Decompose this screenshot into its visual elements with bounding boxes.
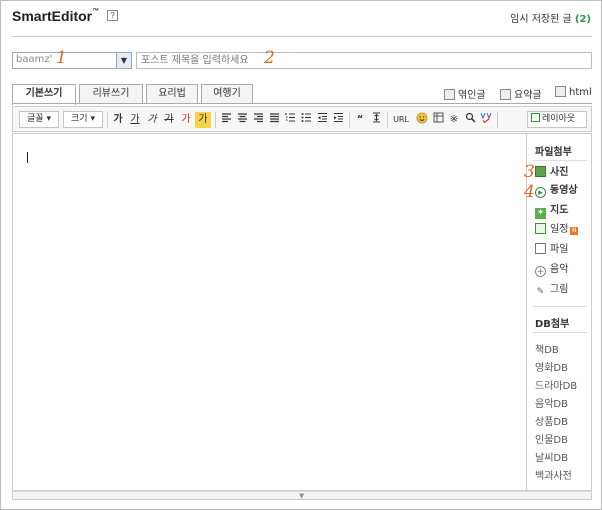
html-option[interactable]: html: [555, 86, 592, 98]
video-icon: ▸: [535, 187, 546, 198]
db-weather-link[interactable]: 날씨DB: [535, 449, 568, 464]
tab-review-writing[interactable]: 리뷰쓰기: [79, 84, 143, 104]
checkbox-icon[interactable]: [555, 86, 566, 97]
music-icon: +: [535, 266, 546, 277]
table-icon[interactable]: [430, 112, 446, 128]
sidebar-divider: [533, 160, 587, 161]
tab-basic-writing[interactable]: 기본쓰기: [12, 84, 76, 105]
layout-button[interactable]: 레이아웃: [527, 111, 587, 128]
toolbar-separator: [349, 112, 350, 128]
annotation-marker-4: 4: [524, 182, 535, 202]
attach-drawing-button[interactable]: ✎ 그림: [535, 283, 569, 297]
attach-map-button[interactable]: ✦ 지도: [535, 204, 568, 219]
toolbar-separator: [387, 112, 388, 128]
chevron-down-icon[interactable]: ▼: [116, 53, 131, 68]
font-family-select[interactable]: 글꼴 ▾: [19, 111, 59, 128]
db-drama-link[interactable]: 드라마DB: [535, 377, 577, 392]
blog-select[interactable]: baamz' ▼: [12, 52, 132, 69]
italic-icon[interactable]: 가: [144, 112, 160, 128]
trackback-option[interactable]: 엮인글: [444, 86, 486, 101]
new-badge: N: [570, 227, 579, 235]
tab-recipe[interactable]: 요리법: [146, 84, 198, 104]
db-music-link[interactable]: 음악DB: [535, 395, 568, 410]
formatting-toolbar: 글꼴 ▾ 크기 ▾ 가 가 가 가 가 가 “ URL ※ 레이아웃: [12, 106, 592, 132]
font-color-icon[interactable]: 가: [178, 112, 194, 128]
bullet-list-icon[interactable]: [298, 112, 314, 128]
link-url-button[interactable]: URL: [390, 112, 412, 128]
text-caret: [27, 152, 28, 163]
strikethrough-icon[interactable]: 가: [161, 112, 177, 128]
numbered-list-icon[interactable]: [282, 112, 298, 128]
align-right-icon[interactable]: [250, 112, 266, 128]
font-size-select[interactable]: 크기 ▾: [63, 111, 103, 128]
db-person-link[interactable]: 인물DB: [535, 431, 568, 446]
outdent-icon[interactable]: [314, 112, 330, 128]
spellcheck-icon[interactable]: [478, 112, 494, 128]
db-attach-title: DB첨부: [535, 319, 570, 330]
saved-drafts-link[interactable]: 임시 저장된 글 (2): [510, 10, 591, 25]
special-char-icon[interactable]: ※: [446, 112, 462, 128]
checkbox-icon[interactable]: [444, 89, 455, 100]
attach-photo-button[interactable]: 사진: [535, 166, 568, 180]
calendar-icon: [535, 223, 546, 234]
align-center-icon[interactable]: [234, 112, 250, 128]
toolbar-separator: [107, 112, 108, 128]
annotation-marker-2: 2: [264, 48, 275, 68]
photo-icon: [535, 166, 546, 177]
underline-icon[interactable]: 가: [127, 112, 143, 128]
file-attach-title: 파일첨부: [535, 147, 572, 158]
db-book-link[interactable]: 책DB: [535, 341, 559, 356]
resize-grip-icon: ▼: [299, 492, 305, 500]
highlight-icon[interactable]: 가: [195, 112, 211, 128]
checkbox-icon[interactable]: [500, 89, 511, 100]
help-icon[interactable]: ?: [107, 10, 118, 21]
justify-icon[interactable]: [266, 112, 282, 128]
saved-count: (2): [574, 14, 591, 25]
layout-icon: [531, 113, 540, 122]
attachment-sidebar: 파일첨부 사진 ▸ 동영상 ✦ 지도 일정 N 파일 + 음악 ✎ 그림 DB첨부 책DB…: [526, 133, 592, 491]
indent-icon[interactable]: [330, 112, 346, 128]
tab-travelogue[interactable]: 여행기: [201, 84, 253, 104]
header-divider: [12, 36, 592, 37]
drawing-icon: ✎: [536, 287, 545, 297]
attach-video-button[interactable]: ▸ 동영상: [535, 184, 578, 198]
attach-music-button[interactable]: + 음악: [535, 263, 568, 277]
annotation-marker-3: 3: [524, 162, 535, 182]
map-icon: ✦: [535, 208, 546, 219]
tabs-divider: [12, 103, 592, 104]
db-movie-link[interactable]: 영화DB: [535, 359, 568, 374]
attach-file-button[interactable]: 파일: [535, 243, 568, 257]
sidebar-divider: [533, 332, 587, 333]
db-product-link[interactable]: 상품DB: [535, 413, 568, 428]
editor-content-area[interactable]: [12, 133, 526, 491]
blog-select-value: baamz': [16, 54, 53, 65]
line-height-icon[interactable]: [368, 112, 384, 128]
db-encyclopedia-link[interactable]: 백과사전: [535, 467, 572, 482]
toolbar-separator: [497, 112, 498, 128]
find-icon[interactable]: [462, 112, 478, 128]
summary-option[interactable]: 요약글: [500, 86, 542, 101]
quote-icon[interactable]: “: [352, 112, 368, 128]
sidebar-divider: [533, 306, 587, 307]
file-icon: [535, 243, 546, 254]
resize-handle[interactable]: ▼: [12, 491, 592, 500]
attach-schedule-button[interactable]: 일정 N: [535, 223, 579, 237]
align-left-icon[interactable]: [218, 112, 234, 128]
post-title-input[interactable]: [136, 52, 592, 69]
bold-icon[interactable]: 가: [110, 112, 126, 128]
smarteditor-logo: SmartEditor™: [12, 8, 100, 24]
toolbar-separator: [215, 112, 216, 128]
emoticon-icon[interactable]: [414, 112, 430, 128]
annotation-marker-1: 1: [56, 48, 67, 68]
